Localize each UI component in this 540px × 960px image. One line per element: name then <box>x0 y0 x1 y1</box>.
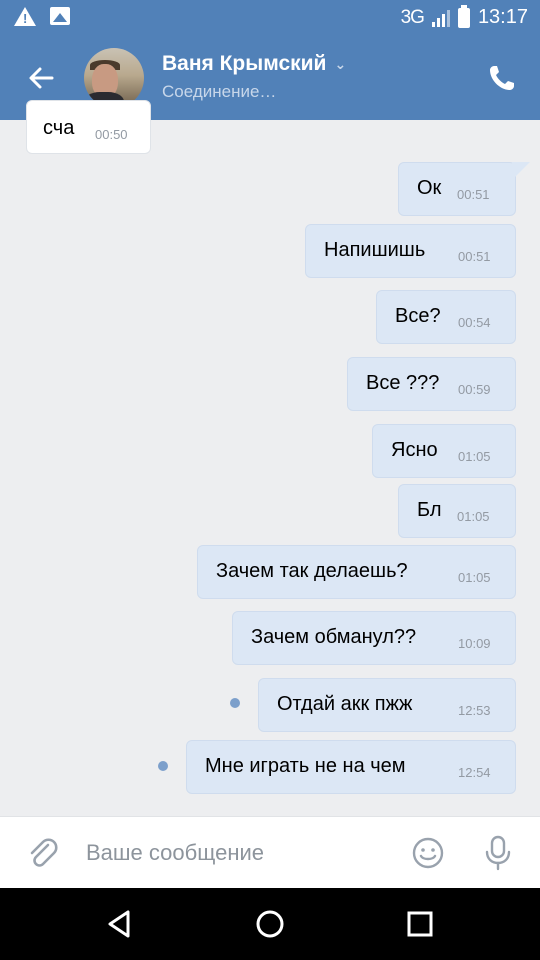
message-text: Ясно <box>391 439 438 461</box>
message-bubble[interactable]: Все ??? 00:59 <box>347 357 516 411</box>
message-input[interactable] <box>86 835 386 871</box>
message-time: 00:59 <box>458 382 491 397</box>
message-time: 01:05 <box>458 570 491 585</box>
message-time: 01:05 <box>457 509 490 524</box>
call-button[interactable] <box>482 58 522 98</box>
message-bubble[interactable]: Все? 00:54 <box>376 290 516 344</box>
image-notification-icon <box>50 7 70 25</box>
message-list[interactable]: сча 00:50 Ок 00:51 Напишишь 00:51 Все? 0… <box>0 100 540 816</box>
contact-name-button[interactable]: Ваня Крымский ⌄ <box>162 52 346 76</box>
system-indicators: 3G 13:17 <box>400 4 528 29</box>
battery-icon <box>457 4 470 28</box>
arrow-left-icon <box>29 67 54 89</box>
phone-icon <box>490 66 514 90</box>
message-text: Ок <box>417 177 442 199</box>
message-text: Зачем обманул?? <box>251 626 417 648</box>
unread-indicator <box>158 761 168 771</box>
back-button[interactable] <box>22 58 62 98</box>
message-text: Зачем так делаешь? <box>216 560 408 582</box>
microphone-icon <box>485 835 511 871</box>
message-text: сча <box>43 117 75 139</box>
message-bubble[interactable]: Мне играть не на чем 12:54 <box>186 740 516 794</box>
system-navigation-bar <box>0 888 540 960</box>
connection-status: Соединение… <box>162 82 277 101</box>
bubble-tail <box>512 162 530 180</box>
warning-icon <box>14 7 36 27</box>
circle-home-icon <box>256 910 284 938</box>
message-bubble[interactable]: Зачем так делаешь? 01:05 <box>197 545 516 599</box>
nav-recents-button[interactable] <box>400 904 440 944</box>
clock: 13:17 <box>477 6 528 28</box>
triangle-back-icon <box>108 910 130 938</box>
attach-button[interactable] <box>24 835 60 871</box>
message-time: 00:54 <box>458 315 491 330</box>
contact-name: Ваня Крымский <box>162 52 327 75</box>
message-time: 00:50 <box>95 127 128 142</box>
signal-icon <box>431 9 450 27</box>
avatar[interactable] <box>84 48 144 108</box>
message-time: 00:51 <box>457 187 490 202</box>
message-text: Мне играть не на чем <box>205 755 406 777</box>
message-composer <box>0 816 540 888</box>
message-bubble[interactable]: Бл 01:05 <box>398 484 516 538</box>
smiley-icon <box>412 837 444 869</box>
message-bubble[interactable]: Напишишь 00:51 <box>305 224 516 278</box>
microphone-button[interactable] <box>480 833 516 873</box>
chevron-down-icon: ⌄ <box>334 55 347 72</box>
message-text: Все ??? <box>366 372 440 394</box>
message-bubble[interactable]: Ок 00:51 <box>398 162 516 216</box>
message-bubble[interactable]: Ясно 01:05 <box>372 424 516 478</box>
message-text: Все? <box>395 305 441 327</box>
message-text: Напишишь <box>324 239 426 261</box>
nav-back-button[interactable] <box>100 904 140 944</box>
message-time: 10:09 <box>458 636 491 651</box>
notification-icons <box>14 7 70 27</box>
message-time: 01:05 <box>458 449 491 464</box>
message-time: 12:54 <box>458 765 491 780</box>
message-text: Отдай акк пжж <box>277 693 413 715</box>
message-bubble[interactable]: Отдай акк пжж 12:53 <box>258 678 516 732</box>
message-time: 00:51 <box>458 249 491 264</box>
paperclip-icon <box>30 838 58 867</box>
network-type: 3G <box>400 6 425 28</box>
square-recents-icon <box>407 911 433 937</box>
message-text: Бл <box>417 499 442 521</box>
message-time: 12:53 <box>458 703 491 718</box>
message-bubble[interactable]: сча 00:50 <box>26 100 151 154</box>
status-bar: 3G 13:17 <box>0 0 540 36</box>
unread-indicator <box>230 698 240 708</box>
emoji-button[interactable] <box>410 835 446 871</box>
nav-home-button[interactable] <box>250 904 290 944</box>
message-bubble[interactable]: Зачем обманул?? 10:09 <box>232 611 516 665</box>
